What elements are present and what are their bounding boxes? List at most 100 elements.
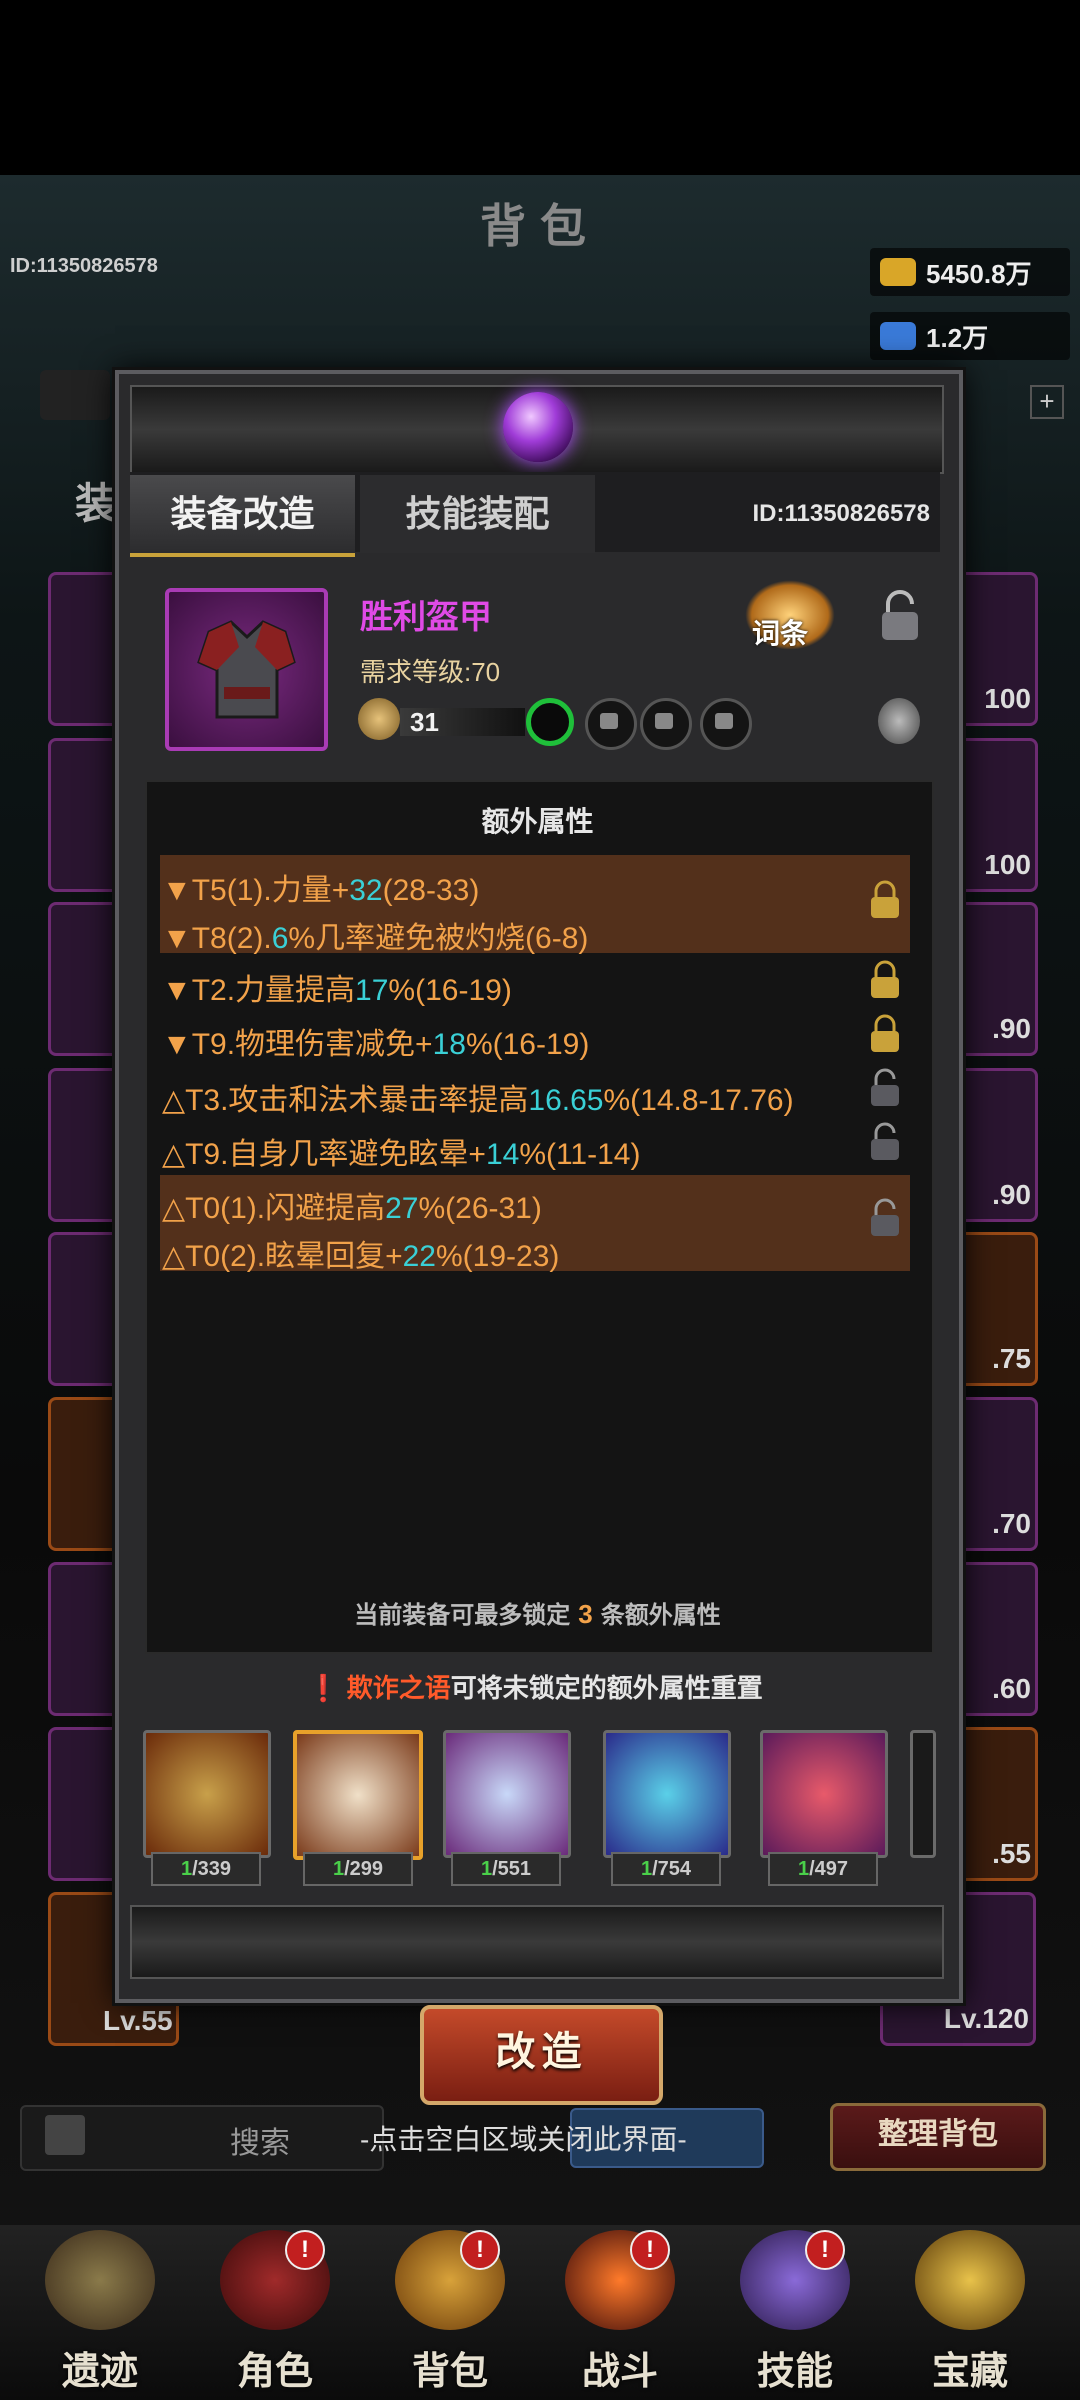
bag-slot[interactable]: 100 [952,738,1038,892]
slot-level: .60 [992,1673,1031,1704]
tab-skill-equip[interactable]: 技能装配 [360,475,595,553]
nav-treasure[interactable]: 宝藏 [890,2230,1050,2393]
attribute-line: ▼T5(1).力量+32(28-33) [162,874,480,907]
slot-level: Lv.55 [103,2005,173,2036]
socket-locked[interactable] [640,698,692,750]
shirt-icon[interactable] [45,2115,85,2155]
slot-level: .90 [992,1013,1031,1044]
slot-level: 100 [984,683,1031,714]
slot-level: 100 [984,849,1031,880]
attribute-line: ▼T9.物理伤害减免+18%(16-19) [162,1028,590,1061]
lock-closed-icon[interactable] [868,880,902,920]
attribute-line: △T0(1).闪避提高27%(26-31) [162,1192,542,1225]
fist-icon[interactable] [40,370,110,420]
relics-icon [45,2230,155,2330]
bag-slot[interactable]: .75 [952,1232,1038,1386]
slot-level: .75 [992,1343,1031,1374]
nav-battle[interactable]: ! 战斗 [540,2230,700,2393]
nav-label: 遗迹 [61,2351,138,2393]
attributes-title: 额外属性 [481,806,594,837]
player-id: ID:11350826578 [10,255,158,277]
lock-closed-icon[interactable] [868,1014,902,1054]
material-count: 1/754 [611,1852,721,1886]
level-medal-icon [358,698,400,740]
socket-locked[interactable] [585,698,637,750]
material-slot[interactable] [143,1730,271,1858]
search-label: 搜索 [230,2127,290,2160]
item-slot[interactable] [165,588,328,751]
gold-value: 5450.8万 [926,258,1032,289]
forge-button[interactable]: 改造 [420,2005,663,2105]
bag-slot[interactable]: 100 [952,572,1038,726]
affix-label: 词条 [752,618,809,649]
nav-label: 战斗 [581,2351,658,2393]
lock-open-icon[interactable] [868,1068,902,1108]
material-slot[interactable] [443,1730,571,1858]
nav-relics[interactable]: 遗迹 [20,2230,180,2393]
socket-locked[interactable] [700,698,752,750]
nav-label: 宝藏 [931,2351,1008,2393]
gem-counter: 1.2万 [870,312,1070,360]
dialog-bottom-ornament [130,1905,944,1979]
slot-level: .70 [992,1508,1031,1539]
bag-tab-partial[interactable]: 装 [75,470,117,531]
attribute-line: △T9.自身几率避免眩晕+14%(11-14) [162,1138,641,1171]
slot-level: .55 [992,1838,1031,1869]
treasure-icon [915,2230,1025,2330]
bag-slot[interactable]: .90 [952,902,1038,1056]
bag-slot[interactable]: .90 [952,1068,1038,1222]
nav-label: 技能 [756,2351,833,2393]
gem-value: 1.2万 [926,322,989,353]
attribute-line: ▼T8(2).6%几率避免被灼烧(6-8) [162,922,589,955]
dialog-id: ID:11350826578 [752,500,931,527]
lock-icon [715,713,733,729]
alert-badge: ! [460,2230,500,2270]
material-count: 1/299 [303,1852,413,1886]
material-slot-selected[interactable] [293,1730,423,1860]
attribute-line: ▼T2.力量提高17%(16-19) [162,974,512,1007]
socket-open[interactable] [526,698,574,746]
lock-open-icon[interactable] [868,1122,902,1162]
material-slot[interactable] [760,1730,888,1858]
material-count: 1/551 [451,1852,561,1886]
nav-label: 背包 [411,2351,488,2393]
helmet-icon[interactable] [878,698,920,744]
armor-icon [197,620,296,719]
lock-icon [600,713,618,729]
bag-slot[interactable]: .70 [952,1397,1038,1551]
gem-icon [880,322,916,350]
slot-level: Lv.120 [943,2003,1029,2034]
material-slot[interactable] [603,1730,731,1858]
nav-label: 角色 [236,2351,313,2393]
alert-badge: ! [630,2230,670,2270]
tab-equipment-forge[interactable]: 装备改造 [130,475,355,557]
bag-title: 背包 [480,200,600,252]
nav-character[interactable]: ! 角色 [195,2230,355,2393]
lock-closed-icon[interactable] [868,960,902,1000]
gold-icon [880,258,916,286]
item-requirement: 需求等级:70 [360,657,501,687]
nav-skills[interactable]: ! 技能 [715,2230,875,2393]
attribute-line: △T0(2).眩晕回复+22%(19-23) [162,1240,560,1273]
slot-level: .90 [992,1179,1031,1210]
purple-orb-icon [503,392,573,462]
attribute-line: △T3.攻击和法术暴击率提高16.65%(14.8-17.76) [162,1084,794,1117]
alert-badge: ! [805,2230,845,2270]
lock-limit-note: 当前装备可最多锁定 3 条额外属性 [354,1599,721,1629]
lock-open-icon[interactable] [868,1198,902,1238]
reset-description: ❗ 欺诈之语可将未锁定的额外属性重置 [307,1673,763,1703]
alert-badge: ! [285,2230,325,2270]
sort-bag-button[interactable]: 整理背包 [830,2103,1046,2171]
bag-slot[interactable]: .55 [952,1727,1038,1881]
bag-slot[interactable]: .60 [952,1562,1038,1716]
material-count: 1/497 [768,1852,878,1886]
info-icon: ❗ [307,1673,340,1703]
nav-bag[interactable]: ! 背包 [370,2230,530,2393]
add-icon[interactable]: + [1030,385,1064,419]
item-name: 胜利盔甲 [360,598,492,635]
gold-counter: 5450.8万 [870,248,1070,296]
material-slot-partial[interactable] [910,1730,936,1858]
material-count: 1/339 [151,1852,261,1886]
unlock-icon[interactable] [878,590,922,642]
close-hint: -点击空白区域关闭此界面- [360,2124,687,2155]
